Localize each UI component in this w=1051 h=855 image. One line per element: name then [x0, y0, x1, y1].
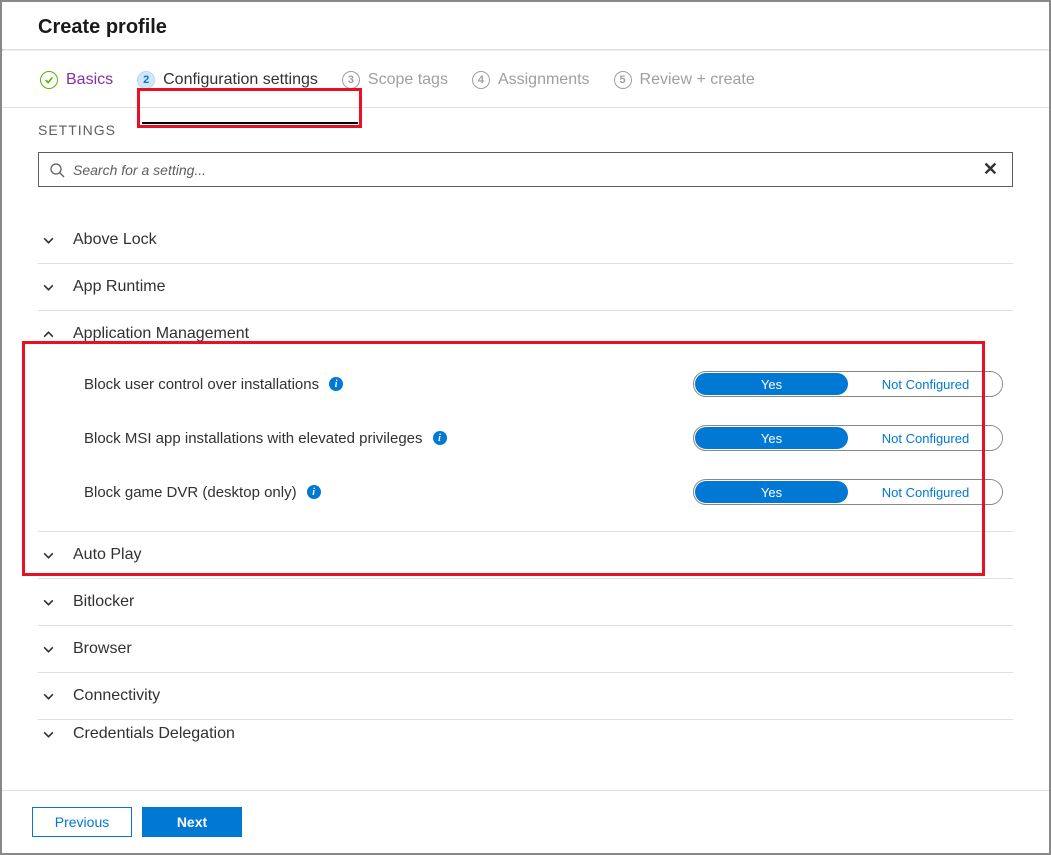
tab-configuration-settings[interactable]: 2 Configuration settings — [137, 71, 318, 97]
settings-content: SETTINGS ✕ Above Lock App Runtime Applic… — [2, 108, 1049, 748]
search-icon — [49, 162, 65, 178]
setting-block-user-control: Block user control over installations i … — [38, 357, 1013, 411]
setting-block-msi-elevated: Block MSI app installations with elevate… — [38, 411, 1013, 465]
setting-label: Block game DVR (desktop only) — [84, 484, 297, 501]
chevron-up-icon — [42, 328, 55, 341]
category-label: App Runtime — [73, 278, 166, 296]
next-button[interactable]: Next — [142, 807, 242, 837]
chevron-down-icon — [42, 643, 55, 656]
info-icon[interactable]: i — [329, 377, 343, 391]
search-box[interactable]: ✕ — [38, 152, 1013, 187]
clear-icon[interactable]: ✕ — [979, 159, 1002, 180]
step-number-icon: 5 — [614, 71, 632, 89]
info-icon[interactable]: i — [307, 485, 321, 499]
step-number-icon: 4 — [472, 71, 490, 89]
category-credentials-delegation[interactable]: Credentials Delegation — [38, 720, 1013, 748]
annotation-underline — [142, 122, 358, 124]
chevron-down-icon — [42, 690, 55, 703]
category-label: Auto Play — [73, 546, 141, 564]
toggle-yes[interactable]: Yes — [695, 481, 848, 503]
wizard-tabs: Basics 2 Configuration settings 3 Scope … — [2, 51, 1049, 108]
check-icon — [40, 71, 58, 89]
category-above-lock[interactable]: Above Lock — [38, 217, 1013, 264]
tab-scope-tags[interactable]: 3 Scope tags — [342, 71, 448, 97]
wizard-footer: Previous Next — [2, 790, 1049, 853]
category-label: Credentials Delegation — [73, 725, 235, 743]
setting-label: Block user control over installations — [84, 376, 319, 393]
tab-review-create[interactable]: 5 Review + create — [614, 71, 755, 97]
category-label: Above Lock — [73, 231, 157, 249]
toggle-not-configured[interactable]: Not Configured — [849, 480, 1002, 504]
tab-label: Scope tags — [368, 71, 448, 89]
chevron-down-icon — [42, 234, 55, 247]
chevron-down-icon — [42, 281, 55, 294]
search-input[interactable] — [65, 160, 979, 180]
category-label: Browser — [73, 640, 132, 658]
toggle-not-configured[interactable]: Not Configured — [849, 426, 1002, 450]
toggle-not-configured[interactable]: Not Configured — [849, 372, 1002, 396]
page-title: Create profile — [38, 16, 1019, 39]
toggle-block-user-control[interactable]: Yes Not Configured — [693, 371, 1003, 397]
toggle-yes[interactable]: Yes — [695, 373, 848, 395]
tab-basics[interactable]: Basics — [40, 71, 113, 97]
previous-button[interactable]: Previous — [32, 807, 132, 837]
toggle-block-game-dvr[interactable]: Yes Not Configured — [693, 479, 1003, 505]
step-number-icon: 3 — [342, 71, 360, 89]
step-number-icon: 2 — [137, 71, 155, 89]
toggle-block-msi-elevated[interactable]: Yes Not Configured — [693, 425, 1003, 451]
section-heading: SETTINGS — [38, 122, 1013, 138]
category-application-management[interactable]: Application Management — [38, 311, 1013, 357]
toggle-yes[interactable]: Yes — [695, 427, 848, 449]
category-app-runtime[interactable]: App Runtime — [38, 264, 1013, 311]
category-browser[interactable]: Browser — [38, 626, 1013, 673]
category-label: Bitlocker — [73, 593, 134, 611]
category-label: Connectivity — [73, 687, 160, 705]
setting-label: Block MSI app installations with elevate… — [84, 430, 423, 447]
tab-assignments[interactable]: 4 Assignments — [472, 71, 590, 97]
category-auto-play[interactable]: Auto Play — [38, 532, 1013, 579]
info-icon[interactable]: i — [433, 431, 447, 445]
chevron-down-icon — [42, 728, 55, 741]
tab-label: Basics — [66, 71, 113, 89]
tab-label: Assignments — [498, 71, 590, 89]
tab-label: Configuration settings — [163, 71, 318, 89]
category-bitlocker[interactable]: Bitlocker — [38, 579, 1013, 626]
category-label: Application Management — [73, 325, 249, 343]
setting-block-game-dvr: Block game DVR (desktop only) i Yes Not … — [38, 465, 1013, 532]
tab-label: Review + create — [640, 71, 755, 89]
category-connectivity[interactable]: Connectivity — [38, 673, 1013, 720]
chevron-down-icon — [42, 596, 55, 609]
chevron-down-icon — [42, 549, 55, 562]
